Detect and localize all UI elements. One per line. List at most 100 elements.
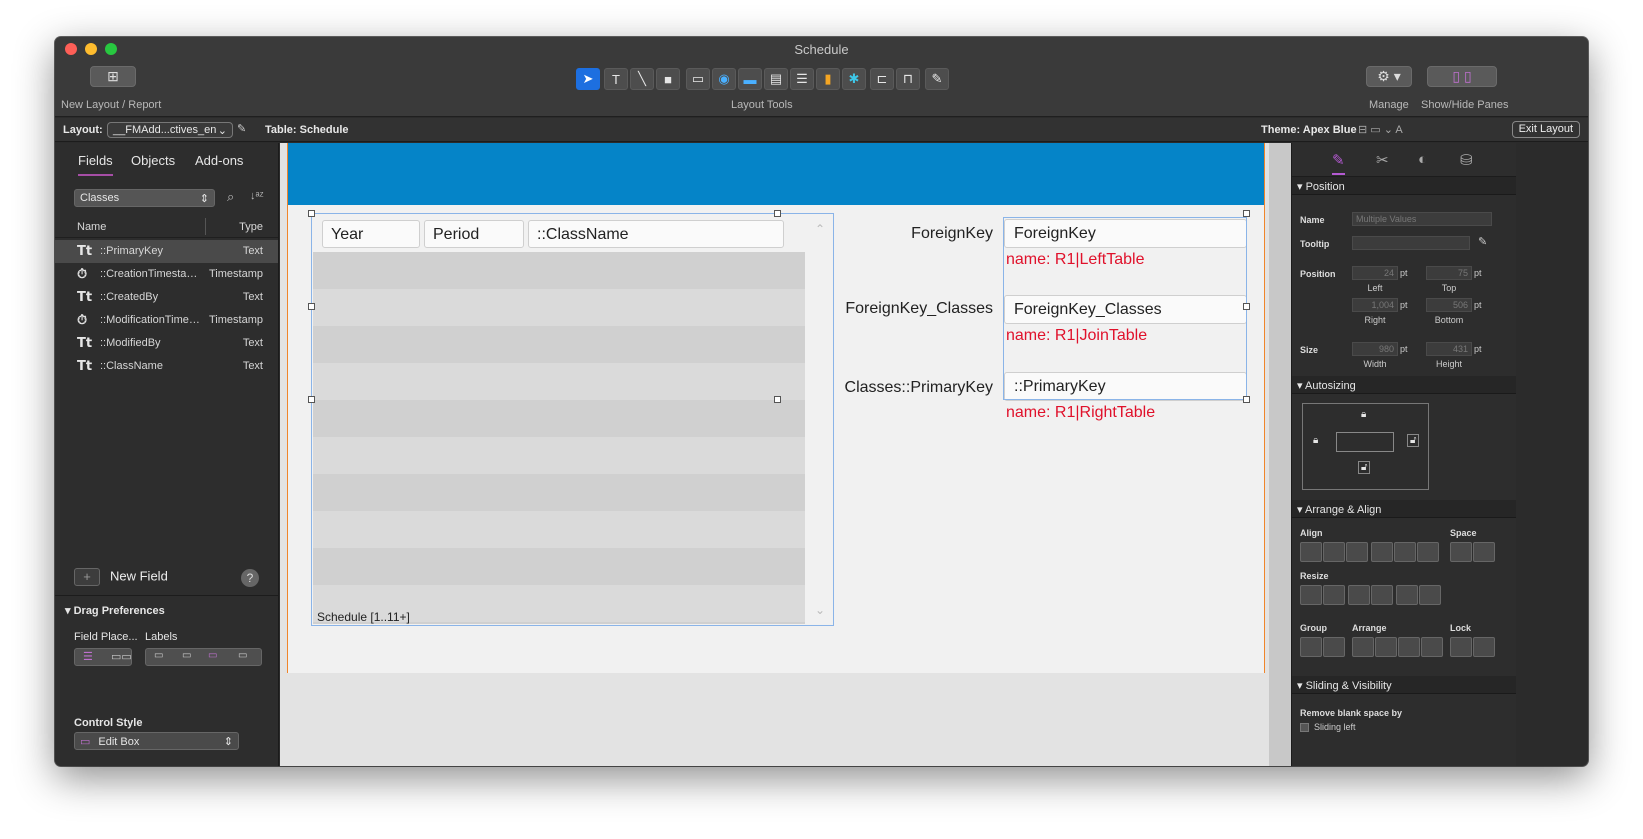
drag-prefs-header[interactable]: ▾ Drag Preferences xyxy=(55,600,278,622)
portal-field-year[interactable]: Year xyxy=(322,220,420,248)
tab-add-ons[interactable]: Add-ons xyxy=(195,153,243,168)
scroll-down-icon[interactable]: ⌄ xyxy=(815,603,825,617)
align-top-icon[interactable] xyxy=(1371,542,1393,562)
button-bar-tool-icon[interactable]: ▬ xyxy=(738,68,762,90)
exit-layout-button[interactable]: Exit Layout xyxy=(1511,121,1580,138)
line-tool-icon[interactable]: ╲ xyxy=(630,68,654,90)
portal-tool-icon[interactable]: ☰ xyxy=(790,68,814,90)
resize-smallest-icon[interactable] xyxy=(1396,585,1418,605)
sort-icon[interactable]: ↓ᵃᶻ xyxy=(250,190,264,202)
portal-field-classname[interactable]: ::ClassName xyxy=(528,220,784,248)
resize-handle[interactable] xyxy=(308,210,315,217)
resize-largest-height-icon[interactable] xyxy=(1371,585,1393,605)
search-icon[interactable]: ⌕ xyxy=(227,189,234,205)
autosizing-section[interactable]: ▾ Autosizing xyxy=(1292,376,1516,394)
resize-smallest-width-icon[interactable] xyxy=(1300,585,1322,605)
styles-tab-icon[interactable]: ✂ xyxy=(1376,151,1389,169)
align-right-icon[interactable] xyxy=(1346,542,1368,562)
shape-tool-icon[interactable]: ■ xyxy=(656,68,680,90)
appearance-tab-icon[interactable]: ◐ xyxy=(1418,151,1427,168)
resize-handle[interactable] xyxy=(308,396,315,403)
bring-to-front-icon[interactable] xyxy=(1352,637,1374,657)
top-input[interactable]: 75 xyxy=(1426,266,1472,280)
layout-select[interactable]: __FMAdd...ctives_en ⌄ xyxy=(107,122,233,138)
field-row[interactable]: Tt::ClassName Text xyxy=(55,355,278,378)
resize-handle[interactable] xyxy=(1243,210,1250,217)
field-row[interactable]: Tt::CreatedBy Text xyxy=(55,286,278,309)
resize-largest-width-icon[interactable] xyxy=(1323,585,1345,605)
field-label[interactable]: ForeignKey xyxy=(823,225,993,243)
ungroup-icon[interactable] xyxy=(1323,637,1345,657)
resize-handle[interactable] xyxy=(308,303,315,310)
arrange-section[interactable]: ▾ Arrange & Align xyxy=(1292,500,1516,518)
portal-field-period[interactable]: Period xyxy=(424,220,524,248)
align-left-icon[interactable] xyxy=(1300,542,1322,562)
tab-fields[interactable]: Fields xyxy=(78,153,113,176)
header-part[interactable] xyxy=(288,143,1264,205)
field-row[interactable]: ⏱::ModificationTimestamp Timestamp xyxy=(55,309,278,332)
space-horizontal-icon[interactable] xyxy=(1450,542,1472,562)
new-field-button[interactable]: + New Field xyxy=(74,568,168,586)
tooltip-field[interactable] xyxy=(1352,236,1470,250)
layout-body[interactable]: Year Period ::ClassName Schedule [1..11+… xyxy=(287,143,1265,673)
button-tool-icon[interactable]: ◉ xyxy=(712,68,736,90)
portal[interactable]: Year Period ::ClassName Schedule [1..11+… xyxy=(311,213,834,626)
send-backward-icon[interactable] xyxy=(1398,637,1420,657)
resize-handle[interactable] xyxy=(774,210,781,217)
field-row[interactable]: Tt::ModifiedBy Text xyxy=(55,332,278,355)
resize-handle[interactable] xyxy=(1243,396,1250,403)
sliding-left-checkbox[interactable] xyxy=(1300,723,1309,732)
format-painter-icon[interactable]: ✎ xyxy=(925,68,949,90)
lock-left-icon[interactable]: 🔒︎ xyxy=(1313,435,1318,446)
align-center-icon[interactable] xyxy=(1323,542,1345,562)
name-field[interactable]: Multiple Values xyxy=(1352,212,1492,226)
group-icon[interactable] xyxy=(1300,637,1322,657)
tab-control-tool-icon[interactable]: ▤ xyxy=(764,68,788,90)
send-to-back-icon[interactable] xyxy=(1421,637,1443,657)
resize-handle[interactable] xyxy=(1243,303,1250,310)
align-bottom-icon[interactable] xyxy=(1417,542,1439,562)
edit-tooltip-icon[interactable]: ✎ xyxy=(1478,235,1487,248)
resize-largest-icon[interactable] xyxy=(1419,585,1441,605)
layout-canvas[interactable]: Year Period ::ClassName Schedule [1..11+… xyxy=(280,143,1290,766)
field-label[interactable]: ForeignKey_Classes xyxy=(823,300,993,318)
resize-smallest-height-icon[interactable] xyxy=(1348,585,1370,605)
popover-tool-icon[interactable]: ⊏ xyxy=(870,68,894,90)
manage-button[interactable]: ⚙ ▾ xyxy=(1366,66,1412,87)
col-type[interactable]: Type xyxy=(239,221,263,233)
edit-layout-icon[interactable]: ✎ xyxy=(237,122,246,135)
slide-control-tool-icon[interactable]: ⊓ xyxy=(896,68,920,90)
new-layout-button[interactable]: ⊞ xyxy=(90,66,136,87)
data-tab-icon[interactable]: ⛁ xyxy=(1460,151,1473,169)
theme-icon[interactable]: ⊟ ▭ ⌄ A xyxy=(1358,123,1403,136)
lock-right-icon[interactable]: 🔓︎ xyxy=(1407,434,1420,447)
pointer-tool-icon[interactable]: ➤ xyxy=(576,68,600,90)
text-tool-icon[interactable]: T xyxy=(604,68,628,90)
bottom-input[interactable]: 506 xyxy=(1426,298,1472,312)
col-name[interactable]: Name xyxy=(77,221,106,233)
field-row[interactable]: ⏱::CreationTimestamp Timestamp xyxy=(55,263,278,286)
right-input[interactable]: 1,004 xyxy=(1352,298,1398,312)
tab-objects[interactable]: Objects xyxy=(131,153,175,168)
unlock-icon[interactable] xyxy=(1473,637,1495,657)
width-input[interactable]: 980 xyxy=(1352,342,1398,356)
chart-tool-icon[interactable]: ▮ xyxy=(816,68,840,90)
field-placement-toggle[interactable]: ☰ ▭▭ xyxy=(74,648,132,666)
align-middle-icon[interactable] xyxy=(1394,542,1416,562)
lock-top-icon[interactable]: 🔒︎ xyxy=(1361,409,1366,420)
position-tab-icon[interactable]: ✎ xyxy=(1332,151,1345,175)
field-row[interactable]: Tt::PrimaryKey Text xyxy=(55,240,278,263)
table-select[interactable]: Classes ⇕ xyxy=(74,189,215,207)
canvas-scrollbar[interactable] xyxy=(1269,143,1291,766)
lock-bottom-icon[interactable]: 🔓︎ xyxy=(1358,461,1371,474)
field-label[interactable]: Classes::PrimaryKey xyxy=(823,379,993,397)
bring-forward-icon[interactable] xyxy=(1375,637,1397,657)
help-icon[interactable]: ? xyxy=(241,569,259,587)
space-vertical-icon[interactable] xyxy=(1473,542,1495,562)
web-viewer-tool-icon[interactable]: ✱ xyxy=(842,68,866,90)
resize-handle[interactable] xyxy=(774,396,781,403)
sliding-section[interactable]: ▾ Sliding & Visibility xyxy=(1292,676,1516,694)
control-style-select[interactable]: ▭ Edit Box ⇕ xyxy=(74,732,239,750)
height-input[interactable]: 431 xyxy=(1426,342,1472,356)
position-section[interactable]: ▾ Position xyxy=(1292,177,1516,195)
